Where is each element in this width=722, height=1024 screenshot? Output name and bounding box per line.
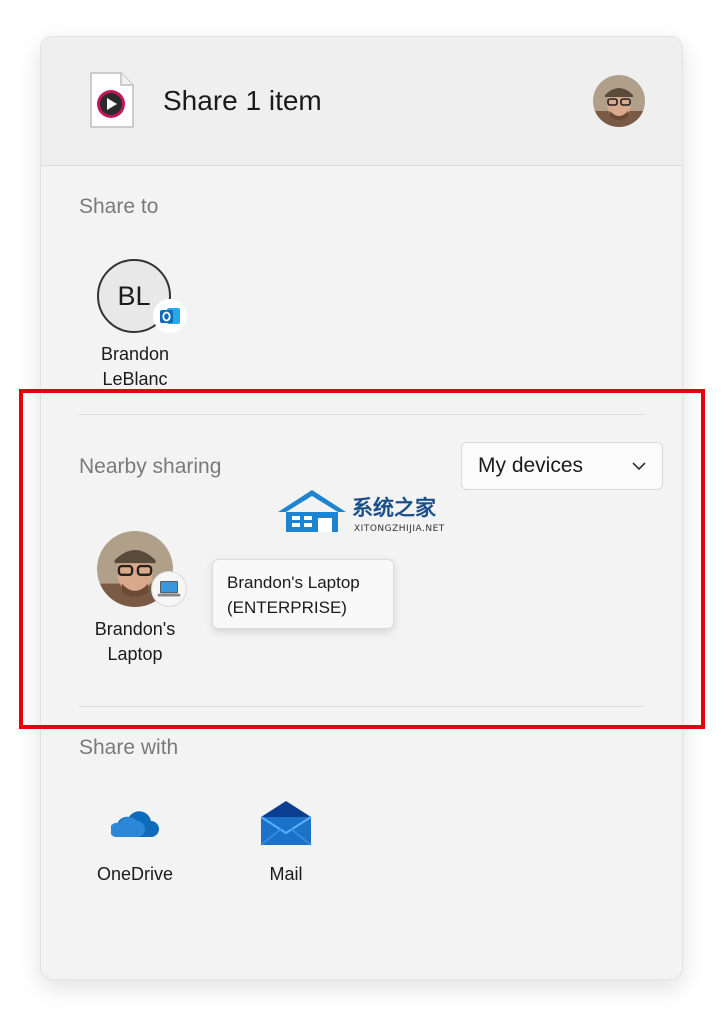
device-name-line1: Brandon's	[94, 619, 176, 639]
laptop-icon	[151, 571, 187, 607]
chevron-down-icon	[632, 461, 646, 470]
page-title: Share 1 item	[163, 85, 322, 116]
app-name: Mail	[269, 864, 303, 884]
user-avatar[interactable]	[593, 75, 645, 127]
media-file-icon	[90, 72, 134, 128]
person-photo-icon	[593, 75, 645, 127]
house-logo-icon	[278, 490, 346, 532]
contact-initials: BL	[117, 280, 151, 311]
device-tooltip: Brandon's Laptop (ENTERPRISE)	[212, 559, 394, 629]
share-to-label: Share to	[79, 195, 159, 218]
device-name-line2: Laptop	[107, 644, 163, 664]
watermark: 系统之家 XITONGZHIJIA.NET	[276, 488, 452, 538]
nearby-sharing-label: Nearby sharing	[79, 455, 222, 478]
onedrive-icon	[111, 811, 159, 837]
share-header: Share 1 item	[41, 37, 682, 166]
divider	[79, 414, 644, 415]
contact-first-name: Brandon	[100, 344, 170, 364]
divider	[79, 706, 644, 707]
share-with-label: Share with	[79, 736, 179, 759]
contact-last-name: LeBlanc	[102, 369, 168, 389]
mail-icon	[260, 801, 312, 846]
tooltip-line2: (ENTERPRISE)	[227, 598, 347, 617]
device-name: Brandon's Laptop	[85, 617, 185, 667]
outlook-icon	[153, 299, 187, 333]
device-filter-dropdown[interactable]: My devices	[461, 442, 663, 490]
dropdown-selected: My devices	[478, 454, 584, 477]
app-name: OneDrive	[96, 864, 174, 884]
contact-name: Brandon LeBlanc	[85, 342, 185, 392]
watermark-en: XITONGZHIJIA.NET	[354, 524, 445, 534]
watermark-cn: 系统之家	[352, 496, 436, 520]
tooltip-line1: Brandon's Laptop	[227, 573, 360, 592]
